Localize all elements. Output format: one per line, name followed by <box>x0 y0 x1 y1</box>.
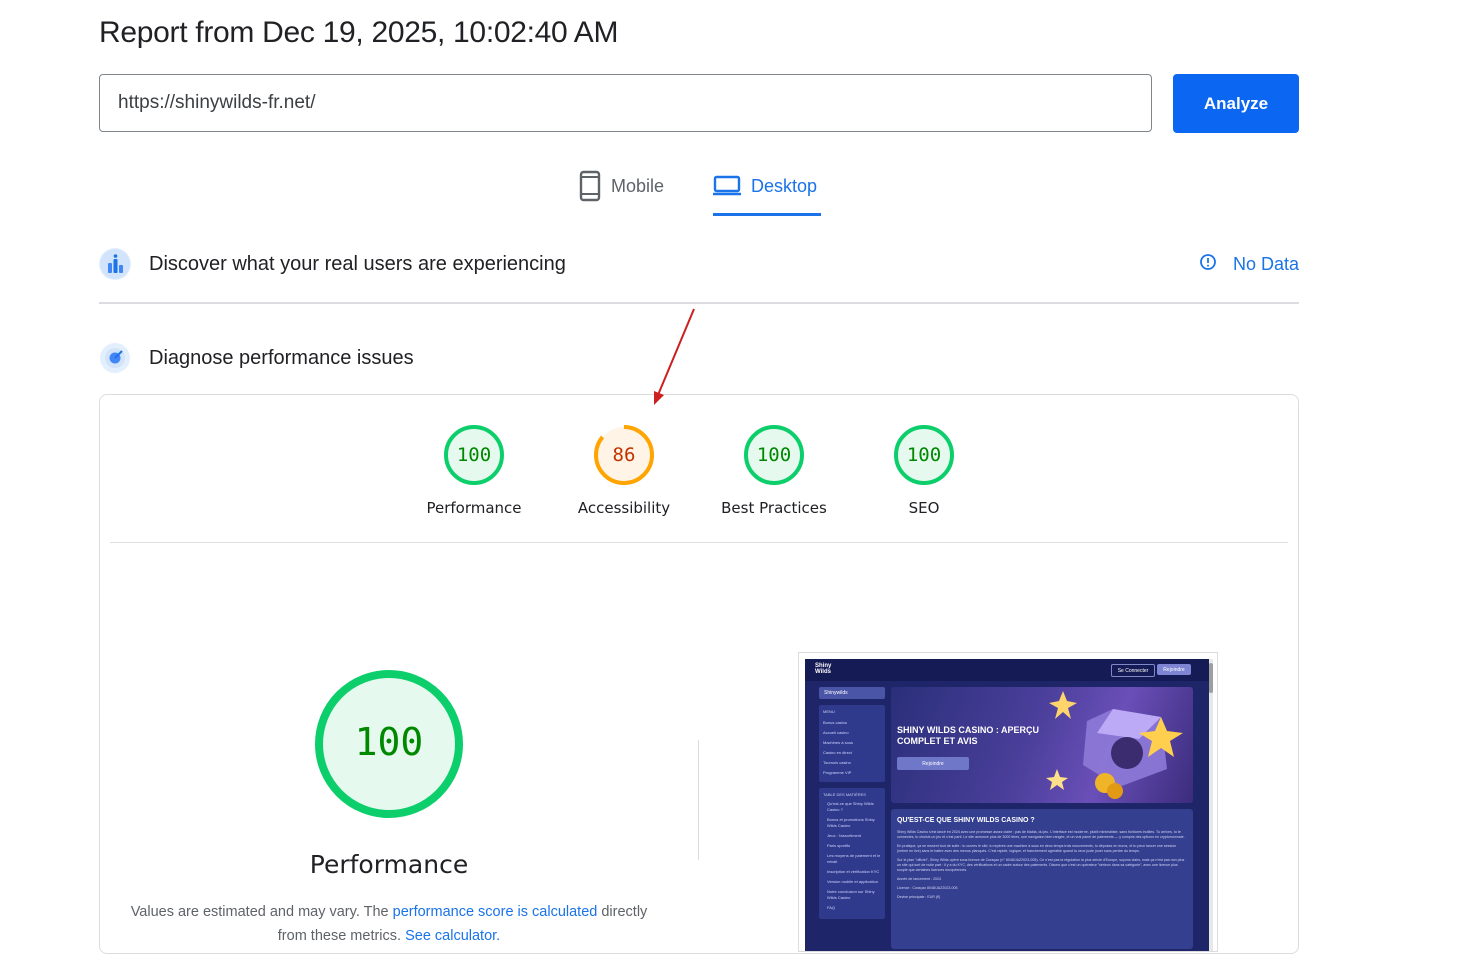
list-item: Jeux : l'assortiment <box>827 833 862 838</box>
score-label: Performance <box>426 499 522 517</box>
see-calculator-link[interactable]: See calculator. <box>405 928 500 944</box>
thumbnail-scroll-thumb <box>1209 663 1213 693</box>
list-item: Les moyens de paiement et le retrait <box>827 853 881 864</box>
score-gauge-best-practices[interactable]: 100 Best Practices <box>704 424 844 517</box>
lab-data-title: Diagnose performance issues <box>149 346 414 369</box>
thumbnail-menu-head: MENU <box>823 709 835 714</box>
thumbnail-login-button: Se Connecter <box>1111 664 1155 677</box>
analyze-button[interactable]: Analyze <box>1173 74 1299 133</box>
page-screenshot-thumbnail: Shiny Wilds Se Connecter Rejoindre Shiny… <box>798 652 1218 952</box>
red-arrow-annotation <box>650 305 700 414</box>
thumbnail-hero: SHINY WILDS CASINO : APERÇU COMPLET ET A… <box>891 687 1193 803</box>
radar-icon <box>99 342 131 374</box>
thumbnail-menu: MENU Bonus casino Accueil casino Machine… <box>819 705 885 782</box>
thumbnail-hero-button: Rejoindre <box>897 757 969 770</box>
list-item: Bonus et promotions Shiny Wilds Casino <box>827 817 875 828</box>
thumbnail-article-p3: Sur le plan "officiel", Shiny Wilds opèr… <box>897 858 1185 872</box>
score-gauge-accessibility[interactable]: 86 Accessibility <box>554 424 694 517</box>
list-item: Version mobile et application <box>827 879 878 884</box>
thumbnail-signup-button: Rejoindre <box>1157 664 1191 675</box>
list-item: Tournois casino <box>823 760 851 765</box>
thumbnail-toc: TABLE DES MATIÈRES Qu'est-ce que Shiny W… <box>819 788 885 919</box>
list-item: Devise principale : EUR (€) <box>897 895 941 899</box>
list-item: FAQ <box>827 905 836 910</box>
score-gauge-seo[interactable]: 100 SEO <box>854 424 994 517</box>
score-gauge-performance[interactable]: 100 Performance <box>404 424 544 517</box>
list-item: Inscription et vérification KYC <box>827 869 880 874</box>
performance-big-score: 100 <box>355 720 424 764</box>
report-title: Report from Dec 19, 2025, 10:02:40 AM <box>99 16 619 49</box>
section-divider <box>99 302 1299 304</box>
tab-desktop[interactable]: Desktop <box>713 170 821 216</box>
performance-big-gauge: 100 <box>312 667 466 826</box>
field-data-title: Discover what your real users are experi… <box>149 252 566 275</box>
tab-desktop-label: Desktop <box>751 176 818 196</box>
score-value: 100 <box>757 444 791 466</box>
info-icon <box>1199 253 1217 276</box>
vertical-divider <box>698 740 699 860</box>
list-item: Notre conclusion sur Shiny Wilds Casino <box>827 889 875 900</box>
laptop-icon <box>713 170 741 201</box>
thumbnail-article-p1: Shiny Wilds Casino s'est lancé en 2024 a… <box>897 830 1185 839</box>
no-data-status[interactable]: No Data <box>1199 253 1299 276</box>
thumbnail-side-top: Shinywilds <box>819 687 885 699</box>
thumbnail-article-title: QU'EST-CE QUE SHINY WILDS CASINO ? <box>897 817 1035 824</box>
thumbnail-logo: Shiny Wilds <box>815 663 832 675</box>
thumbnail-screen: Shiny Wilds Se Connecter Rejoindre Shiny… <box>805 659 1209 951</box>
score-value: 86 <box>613 444 636 466</box>
performance-big-title: Performance <box>309 850 469 879</box>
thumbnail-article-p2: En pratique, ça se ressent tout de suite… <box>897 844 1177 853</box>
score-value: 100 <box>457 444 491 466</box>
score-label: Accessibility <box>577 499 671 517</box>
url-input[interactable] <box>99 74 1152 132</box>
thumbnail-sidebar: Shinywilds MENU Bonus casino Accueil cas… <box>819 687 885 951</box>
list-item: Qu'est-ce que Shiny Wilds Casino ? <box>827 801 874 812</box>
thumbnail-scrollbar <box>1209 659 1213 951</box>
card-divider <box>110 542 1288 543</box>
list-item: Paris sportifs <box>827 843 851 848</box>
thumbnail-toc-head: TABLE DES MATIÈRES <box>823 792 866 797</box>
list-item: Bonus casino <box>823 720 848 725</box>
thumbnail-topbar: Shiny Wilds Se Connecter Rejoindre <box>805 659 1209 681</box>
list-item: Année de lancement : 2024 <box>897 877 941 881</box>
tab-mobile-label: Mobile <box>611 176 665 196</box>
tab-mobile[interactable]: Mobile <box>579 170 664 216</box>
mobile-phone-icon <box>579 170 601 207</box>
no-data-label: No Data <box>1232 254 1299 274</box>
list-item: Accueil casino <box>823 730 849 735</box>
list-item: Casino en direct <box>823 750 852 755</box>
score-calculated-link[interactable]: performance score is calculated <box>393 904 598 920</box>
list-item: Programme VIP <box>823 770 852 775</box>
users-chart-icon <box>99 248 131 280</box>
field-data-section[interactable]: Discover what your real users are experi… <box>99 244 1299 284</box>
score-label: SEO <box>908 499 940 517</box>
list-item: Machines à sous <box>823 740 854 745</box>
score-value: 100 <box>907 444 941 466</box>
thumbnail-hero-title: SHINY WILDS CASINO : APERÇU COMPLET ET A… <box>897 725 1040 746</box>
score-label: Best Practices <box>721 499 827 517</box>
thumbnail-article: QU'EST-CE QUE SHINY WILDS CASINO ? Shiny… <box>891 809 1193 949</box>
list-item: Licence : Curaçao 8048/JAZ2023-005 <box>897 886 958 890</box>
